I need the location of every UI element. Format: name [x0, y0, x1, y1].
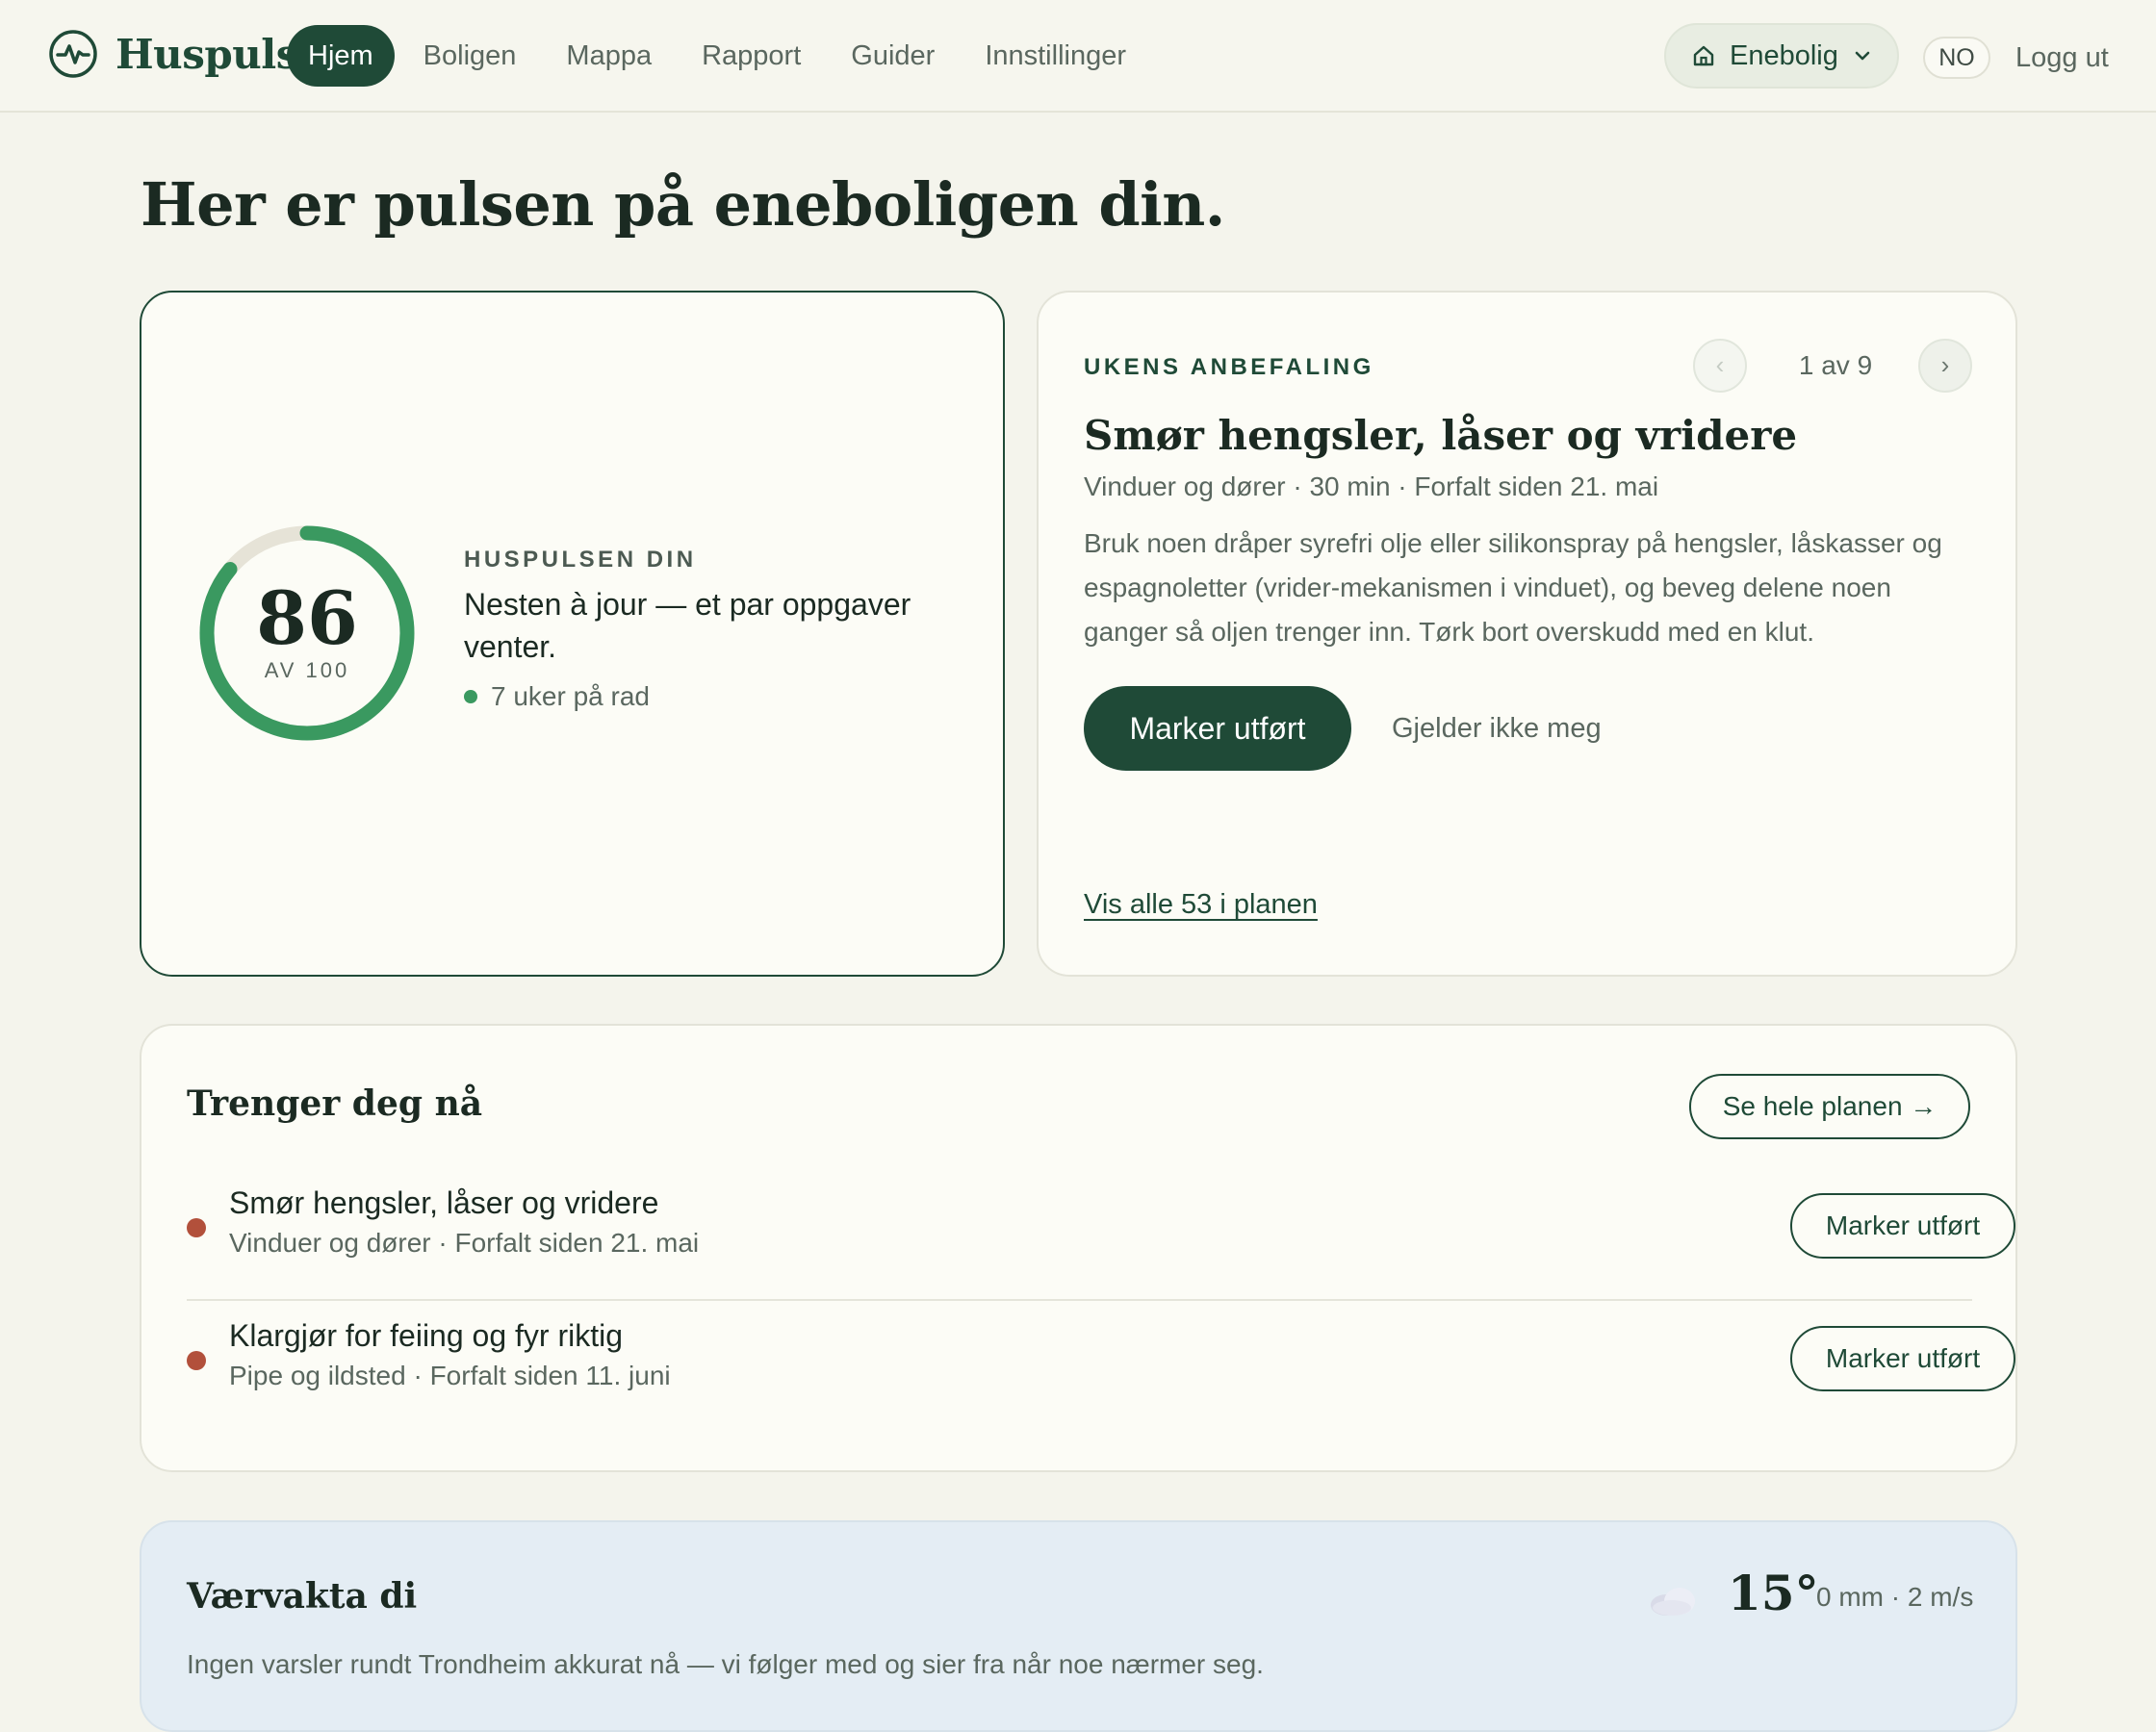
pager-count: 1 av 9	[1798, 350, 1873, 380]
previous-button[interactable]: ‹	[1693, 339, 1747, 393]
pulse-summary: Nesten à jour — et par oppgaver venter.	[464, 587, 911, 664]
not-applicable-button[interactable]: Gjelder ikke meg	[1392, 686, 1602, 771]
cloud-icon	[1651, 1588, 1695, 1616]
weather-message: Ingen varsler rundt Trondheim akkurat nå…	[187, 1649, 1264, 1679]
house-icon	[1693, 45, 1714, 66]
pulse-card: 86 AV 100 Huspulsen din Nesten à jour — …	[140, 291, 1005, 977]
nav-item-innstillinger[interactable]: Innstillinger	[963, 25, 1147, 87]
logout-link[interactable]: Logg ut	[2015, 37, 2109, 79]
chevron-left-icon: ‹	[1715, 350, 1725, 379]
nav-item-hjem[interactable]: Hjem	[287, 25, 395, 87]
overdue-dot-icon	[187, 1218, 206, 1237]
recommendation-meta: Vinduer og dører · 30 min · Forfalt side…	[1084, 471, 1659, 501]
next-button[interactable]: ›	[1918, 339, 1972, 393]
logo[interactable]: Huspuls	[48, 29, 298, 79]
task-row: Klargjør for feiing og fyr riktig Pipe o…	[187, 1305, 2015, 1434]
streak-dot-icon	[464, 690, 477, 703]
view-plan-link[interactable]: Vis alle 53 i planen	[1084, 889, 1318, 921]
app-name: Huspuls	[116, 30, 298, 78]
chevron-right-icon: ›	[1940, 350, 1950, 379]
pulse-logo-icon	[49, 30, 97, 78]
pulse-score-max: AV 100	[264, 658, 350, 682]
weather-title: Værvakta di	[187, 1576, 418, 1617]
recommendation-pager: ‹ 1 av 9 ›	[1693, 337, 1972, 395]
task-title: Smør hengsler, låser og vridere	[229, 1185, 659, 1220]
nav-item-boligen[interactable]: Boligen	[402, 25, 538, 87]
task-meta: Pipe og ildsted · Forfalt siden 11. juni	[229, 1361, 671, 1390]
task-row: Smør hengsler, låser og vridere Vinduer …	[187, 1172, 2015, 1301]
top-navigation: Huspuls Hjem Boligen Mappa Rapport Guide…	[0, 0, 2156, 113]
recommendation-card: Ukens anbefaling ‹ 1 av 9 › Smør hengsle…	[1037, 291, 2017, 977]
streak-indicator: 7 uker på rad	[464, 681, 650, 712]
chevron-down-icon	[1855, 51, 1870, 61]
pulse-score: 86	[256, 575, 358, 661]
task-mark-done-button[interactable]: Marker utført	[1790, 1193, 2015, 1259]
weather-details: 0 mm · 2 m/s	[1816, 1582, 1974, 1612]
weather-card: Værvakta di 15° 0 mm · 2 m/s Ingen varsl…	[140, 1520, 2017, 1732]
page-title: Her er pulsen på eneboligen din.	[141, 169, 1225, 240]
see-full-plan-button[interactable]: Se hele planen →	[1689, 1074, 1970, 1139]
needs-you-card: Trenger deg nå Se hele planen → Smør hen…	[140, 1024, 2017, 1472]
pulse-eyebrow: Huspulsen din	[464, 547, 697, 573]
needs-you-title: Trenger deg nå	[187, 1083, 483, 1124]
task-meta: Vinduer og dører · Forfalt siden 21. mai	[229, 1228, 700, 1258]
overdue-dot-icon	[187, 1351, 206, 1370]
recommendation-body: Bruk noen dråper syrefri olje eller sili…	[1084, 528, 1942, 647]
streak-text: 7 uker på rad	[491, 681, 650, 711]
mark-done-button[interactable]: Marker utført	[1084, 686, 1351, 771]
home-selector-label: Enebolig	[1730, 39, 1838, 71]
nav-item-guider[interactable]: Guider	[830, 25, 956, 87]
main-nav: Hjem Boligen Mappa Rapport Guider Innsti…	[287, 25, 1155, 87]
recommendation-title: Smør hengsler, låser og vridere	[1084, 412, 1798, 459]
weather-temperature: 15°	[1728, 1565, 1819, 1621]
nav-item-mappa[interactable]: Mappa	[545, 25, 673, 87]
recommendation-eyebrow: Ukens anbefaling	[1084, 354, 1374, 380]
task-mark-done-button[interactable]: Marker utført	[1790, 1326, 2015, 1391]
language-button[interactable]: NO	[1923, 37, 1990, 79]
home-selector[interactable]: Enebolig	[1664, 23, 1899, 89]
nav-item-rapport[interactable]: Rapport	[680, 25, 822, 87]
task-title: Klargjør for feiing og fyr riktig	[229, 1318, 624, 1353]
